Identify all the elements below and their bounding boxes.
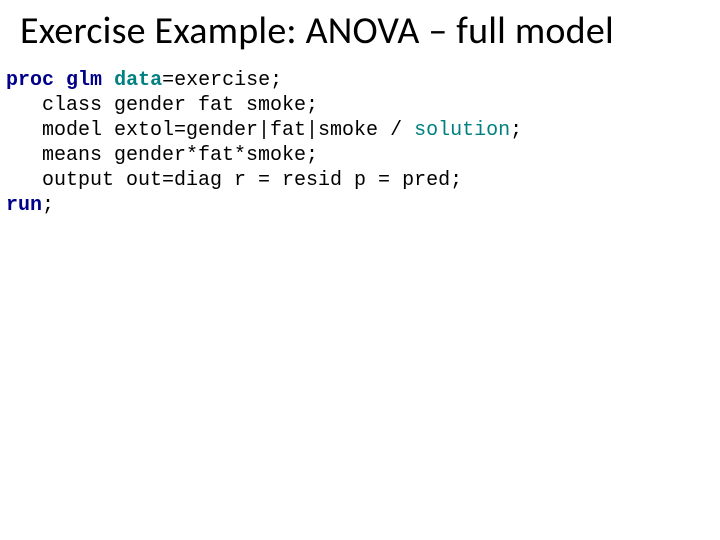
code-text: model extol=gender|fat|smoke / (6, 119, 414, 142)
sas-code-block: proc glm data=exercise; class gender fat… (6, 68, 720, 218)
kw-run: run (6, 194, 42, 217)
code-text: ; (510, 119, 522, 142)
kw-proc: proc (6, 69, 54, 92)
slide-title: Exercise Example: ANOVA – full model (20, 8, 720, 54)
kw-glm: glm (66, 69, 102, 92)
code-text: =exercise; (162, 69, 282, 92)
kw-solution: solution (414, 119, 510, 142)
code-text: ; (42, 194, 54, 217)
kw-data: data (114, 69, 162, 92)
code-line: means gender*fat*smoke; (6, 144, 318, 167)
code-line: output out=diag r = resid p = pred; (6, 169, 462, 192)
slide: Exercise Example: ANOVA – full model pro… (0, 0, 720, 540)
code-line: class gender fat smoke; (6, 94, 318, 117)
